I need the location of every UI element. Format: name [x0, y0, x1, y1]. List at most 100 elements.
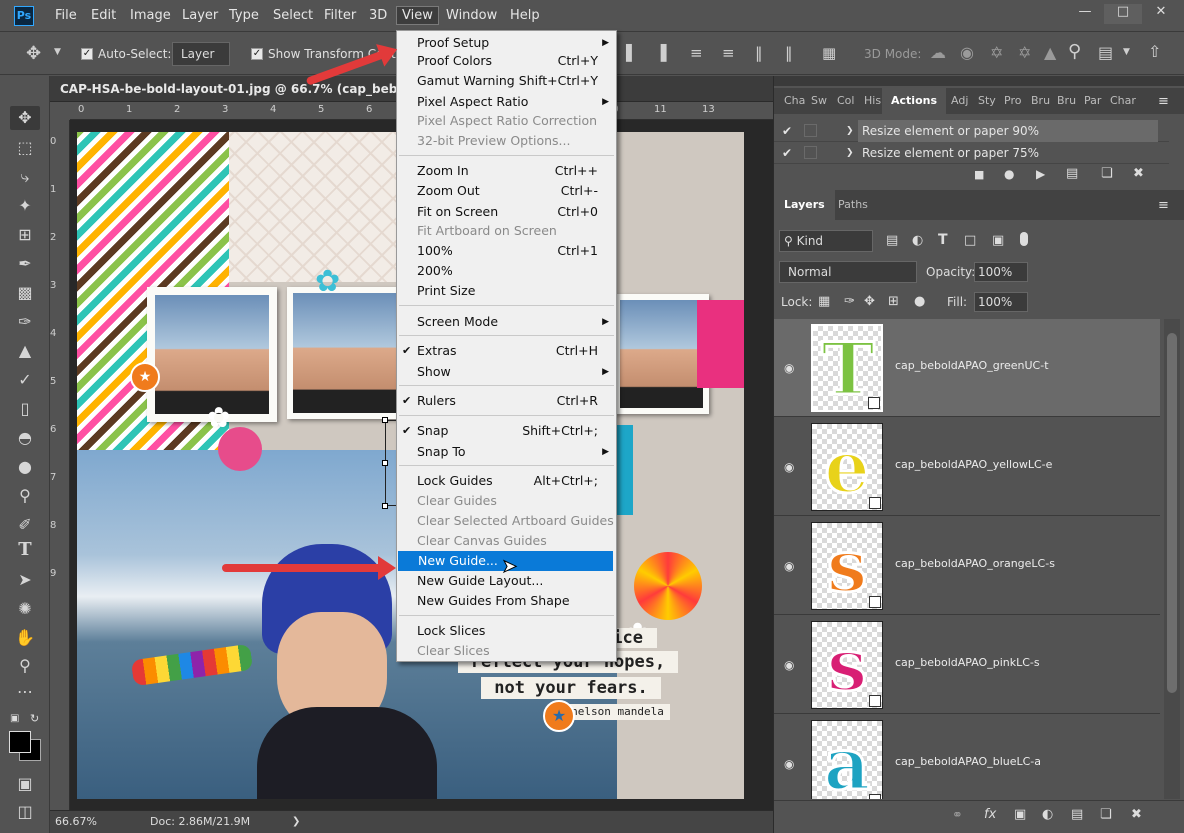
move-tool-icon[interactable]: ✥ [10, 106, 40, 130]
quick-mask-icon[interactable]: ▣ [10, 772, 40, 796]
3d-scale-icon[interactable]: ▲ [1044, 43, 1056, 62]
marquee-tool-icon[interactable]: ⬚ [10, 136, 40, 160]
distribute-left-icon[interactable]: ‖ [755, 44, 763, 62]
filter-toggle[interactable] [1020, 232, 1028, 246]
layer-name[interactable]: cap_beboldAPAO_pinkLC-s [895, 656, 1040, 669]
tab-brush-settings[interactable]: Bru [1057, 88, 1076, 114]
lock-position-icon[interactable]: ✥ [864, 294, 875, 309]
align-left-icon[interactable]: ▌ [626, 44, 638, 62]
chevron-down-icon[interactable]: ▼ [54, 47, 61, 57]
3d-orbit-icon[interactable]: ☁ [930, 43, 946, 62]
path-select-icon[interactable]: ➤ [10, 568, 40, 592]
layers-scrollbar[interactable] [1164, 319, 1180, 799]
menu-zoom-out[interactable]: Zoom Out Ctrl+- [397, 181, 616, 201]
lock-image-icon[interactable]: ✑ [844, 294, 855, 309]
menu-proof-colors[interactable]: Proof Colors Ctrl+Y [397, 51, 616, 71]
expand-arrow-icon[interactable]: ❯ [846, 120, 854, 142]
menu-filter[interactable]: Filter [324, 8, 356, 23]
foreground-color-swatch[interactable] [9, 731, 31, 753]
status-menu-arrow-icon[interactable]: ❯ [292, 811, 300, 833]
toggle-check-icon[interactable]: ✔ [782, 142, 792, 164]
eyedropper-icon[interactable]: ✒ [10, 252, 40, 276]
brush-tool-icon[interactable]: ✑ [10, 310, 40, 334]
menu-help[interactable]: Help [510, 8, 540, 23]
menu-select[interactable]: Select [273, 8, 313, 23]
close-button[interactable]: ✕ [1142, 4, 1180, 24]
workspace-chevron-icon[interactable]: ▼ [1123, 47, 1130, 57]
layer-row[interactable]: ◉ s cap_beboldAPAO_orangeLC-s [774, 517, 1160, 615]
lasso-tool-icon[interactable]: ⤷ [10, 165, 40, 189]
more-tools-icon[interactable]: ⋯ [10, 680, 40, 704]
tab-character[interactable]: Cha [784, 88, 805, 114]
zoom-tool-icon[interactable]: ⚲ [10, 654, 40, 678]
clone-stamp-icon[interactable]: ▲ [10, 339, 40, 363]
tab-adjustments[interactable]: Adj [951, 88, 968, 114]
tab-color[interactable]: Col [837, 88, 854, 114]
menu-snap-to[interactable]: Snap To ▶ [397, 442, 616, 462]
panel-menu-icon[interactable]: ≡ [1158, 198, 1169, 213]
visibility-eye-icon[interactable]: ◉ [784, 658, 794, 672]
stop-icon[interactable]: ■ [974, 168, 984, 181]
workspace-icon[interactable]: ▤ [1098, 43, 1113, 62]
menu-type[interactable]: Type [229, 8, 259, 23]
menu-view[interactable]: View [396, 6, 439, 25]
distribute-right-icon[interactable]: ‖ [785, 44, 793, 62]
fx-icon[interactable]: fx [984, 807, 996, 822]
group-folder-icon[interactable]: ▤ [1071, 807, 1083, 822]
eraser-icon[interactable]: ▯ [10, 397, 40, 421]
tab-properties[interactable]: Pro [1004, 88, 1021, 114]
add-mask-icon[interactable]: ▣ [1014, 807, 1026, 822]
menu-image[interactable]: Image [130, 8, 171, 23]
share-icon[interactable]: ⇧ [1148, 42, 1161, 61]
screen-mode-icon[interactable]: ◫ [10, 800, 40, 824]
trash-icon[interactable]: ✖ [1133, 166, 1144, 181]
zoom-level[interactable]: 66.67% [55, 811, 97, 833]
magic-wand-icon[interactable]: ✦ [10, 194, 40, 218]
auto-select-checkbox[interactable]: ✓ [81, 48, 93, 60]
menu-100-percent[interactable]: 100% Ctrl+1 [397, 241, 616, 261]
action-row[interactable]: ✔ ❯ Resize element or paper 90% [774, 120, 1169, 142]
new-layer-icon[interactable]: ❏ [1100, 807, 1112, 822]
menu-3d[interactable]: 3D [369, 8, 387, 23]
menu-file[interactable]: File [55, 8, 77, 23]
move-tool-icon[interactable]: ✥ [26, 43, 41, 64]
lock-artboard-icon[interactable]: ⊞ [888, 294, 899, 309]
play-icon[interactable]: ▶ [1036, 167, 1045, 181]
menu-fit-on-screen[interactable]: Fit on Screen Ctrl+0 [397, 202, 616, 222]
swap-colors-icon[interactable]: ↻ [30, 712, 39, 725]
menu-200-percent[interactable]: 200% [397, 261, 616, 281]
history-brush-icon[interactable]: ✓ [10, 368, 40, 392]
new-action-icon[interactable]: ❏ [1101, 166, 1113, 181]
search-icon[interactable]: ⚲ [1068, 41, 1081, 62]
expand-arrow-icon[interactable]: ❯ [846, 142, 854, 164]
delete-layer-icon[interactable]: ✖ [1131, 807, 1142, 822]
show-transform-checkbox[interactable]: ✓ [251, 48, 263, 60]
menu-show[interactable]: Show ▶ [397, 362, 616, 382]
visibility-eye-icon[interactable]: ◉ [784, 460, 794, 474]
filter-shape-icon[interactable]: □ [964, 233, 976, 248]
menu-screen-mode[interactable]: Screen Mode ▶ [397, 312, 616, 332]
lock-all-icon[interactable]: ● [914, 294, 925, 309]
transform-handle[interactable] [382, 503, 388, 509]
menu-new-guides-from-shape[interactable]: New Guides From Shape [397, 591, 616, 611]
menu-pixel-aspect-ratio[interactable]: Pixel Aspect Ratio ▶ [397, 92, 616, 112]
menu-lock-guides[interactable]: Lock Guides Alt+Ctrl+; [397, 471, 616, 491]
tab-paragraph[interactable]: Par [1084, 88, 1101, 114]
healing-brush-icon[interactable]: ▩ [10, 281, 40, 305]
menu-extras[interactable]: ✔ Extras Ctrl+H [397, 341, 616, 361]
fill-field[interactable]: 100% [974, 292, 1028, 312]
visibility-eye-icon[interactable]: ◉ [784, 361, 794, 375]
filter-smart-object-icon[interactable]: ▣ [992, 233, 1004, 248]
menu-rulers[interactable]: ✔ Rulers Ctrl+R [397, 391, 616, 411]
visibility-eye-icon[interactable]: ◉ [784, 559, 794, 573]
tab-history[interactable]: His [864, 88, 881, 114]
layer-name[interactable]: cap_beboldAPAO_blueLC-a [895, 755, 1041, 768]
tab-brushes[interactable]: Bru [1031, 88, 1050, 114]
menu-edit[interactable]: Edit [91, 8, 116, 23]
auto-align-icon[interactable]: ▦ [822, 44, 836, 62]
link-layers-icon[interactable]: ⚭ [952, 808, 963, 823]
menu-window[interactable]: Window [446, 8, 497, 23]
tab-styles[interactable]: Sty [978, 88, 996, 114]
transform-handle[interactable] [382, 417, 388, 423]
panel-collapse-bar[interactable] [774, 76, 1184, 86]
